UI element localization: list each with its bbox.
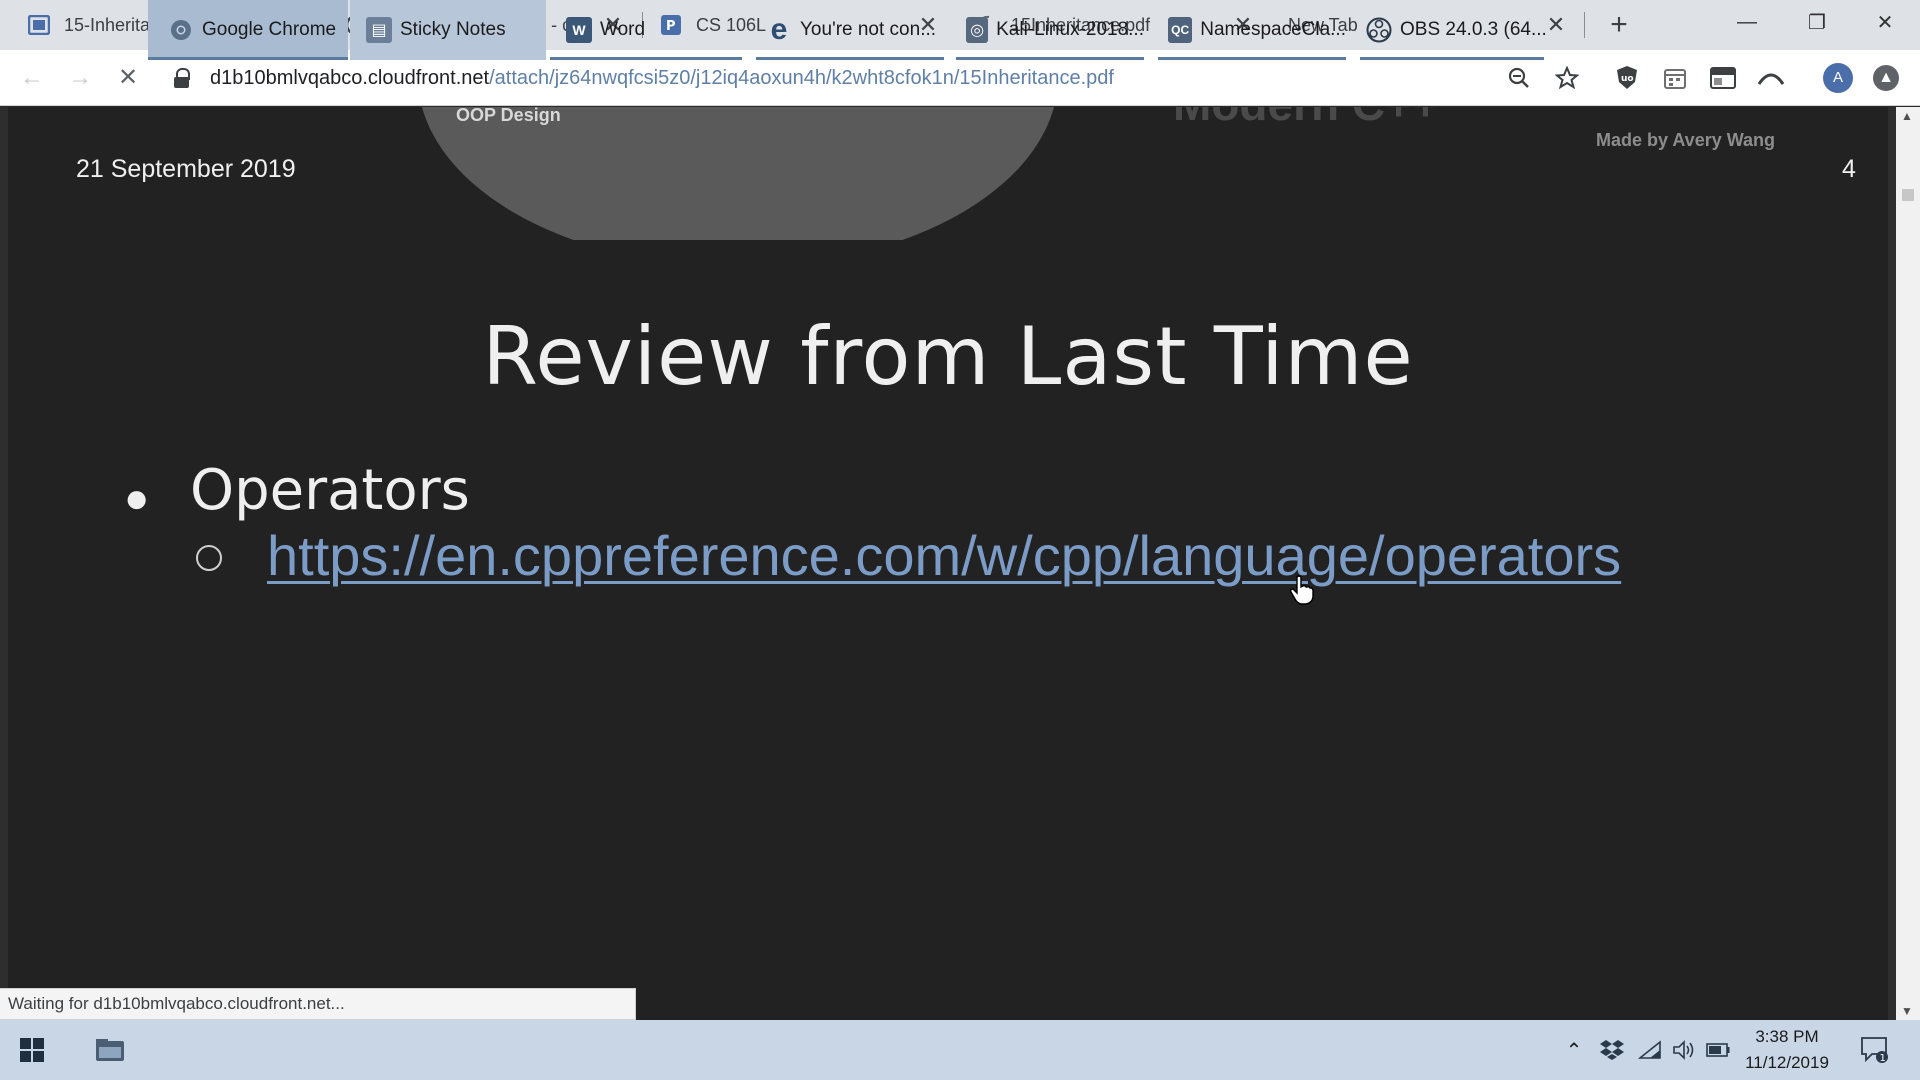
notification-center-icon[interactable]: 1: [1855, 1020, 1895, 1080]
taskbar-qt-creator[interactable]: QC NamespaceCla...: [1158, 0, 1346, 60]
author-credit: Made by Avery Wang: [1596, 130, 1776, 150]
zoom-out-icon[interactable]: [1503, 62, 1535, 94]
windows-start-icon[interactable]: [20, 1038, 44, 1062]
active-indicator: [148, 57, 348, 60]
address-bar[interactable]: d1b10bmlvqabco.cloudfront.net/attach/jz6…: [172, 56, 1512, 100]
taskbar-word[interactable]: W Word: [550, 0, 742, 60]
slide-date: 21 September 2019: [76, 155, 296, 183]
stop-loading-icon[interactable]: ✕: [112, 62, 144, 94]
dropbox-icon[interactable]: [1596, 1020, 1628, 1080]
qt-creator-icon: QC: [1168, 17, 1193, 43]
slide-number: 4: [1842, 155, 1856, 183]
extension-calendar-icon[interactable]: [1659, 62, 1691, 94]
forward-arrow-icon[interactable]: →: [64, 62, 96, 94]
taskbar-label: Google Chrome: [202, 19, 337, 40]
profile-avatar[interactable]: A: [1823, 63, 1853, 93]
url-host: d1b10bmlvqabco.cloudfront.net: [210, 66, 490, 89]
extension-window-icon[interactable]: [1707, 62, 1739, 94]
sticky-notes-icon: ▤: [366, 17, 392, 43]
taskbar-label: OBS 24.0.3 (64...: [1400, 19, 1547, 40]
chrome-menu-icon[interactable]: ▲: [1873, 65, 1899, 91]
file-explorer-icon[interactable]: [90, 1020, 130, 1080]
taskbar-clock[interactable]: 3:38 PM 11/12/2019: [1735, 1024, 1839, 1076]
running-indicator: [550, 57, 742, 60]
taskbar-label: Sticky Notes: [400, 19, 506, 40]
pdf-page-current: Review from Last Time ● Operators https:…: [8, 240, 1888, 1020]
notification-count: 1: [1880, 1053, 1886, 1064]
taskbar-label: NamespaceCla...: [1200, 19, 1346, 40]
running-indicator: [1158, 57, 1346, 60]
vertical-scrollbar[interactable]: ▲ ▼: [1896, 107, 1920, 1020]
windows-taskbar: [0, 1020, 1920, 1080]
word-icon: W: [566, 17, 592, 43]
taskbar-label: Word: [600, 19, 646, 40]
lock-icon: [172, 68, 192, 88]
modern-cpp-label: Modern C++: [1173, 107, 1439, 131]
clock-time: 3:38 PM: [1755, 1027, 1819, 1046]
back-arrow-icon[interactable]: ←: [16, 62, 48, 94]
bullet-text: Operators: [190, 458, 470, 523]
slide-title: Review from Last Time: [482, 310, 1414, 403]
restore-button[interactable]: ❐: [1782, 0, 1852, 44]
sub-bullet-point: [196, 545, 222, 571]
close-tab-icon[interactable]: ✕: [1544, 13, 1568, 37]
cppreference-link[interactable]: https://en.cppreference.com/w/cpp/langua…: [267, 523, 1621, 588]
url-path: /attach/jz64nwqfcsi5z0/j12iq4aoxun4h/k2w…: [489, 66, 1114, 89]
bullet-point: ●: [124, 474, 150, 521]
chevron-up-icon[interactable]: ⌃: [1560, 1020, 1588, 1080]
wifi-icon[interactable]: [1634, 1020, 1666, 1080]
new-tab-button[interactable]: +: [1604, 10, 1634, 40]
chrome-icon: [168, 17, 194, 43]
close-window-button[interactable]: ✕: [1850, 0, 1920, 44]
svg-text:uo: uo: [1621, 74, 1634, 84]
minimize-button[interactable]: —: [1712, 0, 1782, 44]
running-indicator: [756, 57, 944, 60]
bookmark-star-icon[interactable]: [1551, 62, 1583, 94]
taskbar-google-chrome[interactable]: Google Chrome: [148, 0, 348, 60]
scroll-down-arrow-icon[interactable]: ▼: [1901, 1004, 1913, 1018]
running-indicator: [1360, 57, 1544, 60]
scroll-up-arrow-icon[interactable]: ▲: [1901, 109, 1913, 123]
hand-cursor-icon: [1290, 575, 1314, 605]
vmware-icon: ◎: [966, 17, 989, 43]
taskbar-sticky-notes[interactable]: ▤ Sticky Notes: [350, 0, 546, 60]
taskbar-kali-vm[interactable]: ◎ Kali-Linux-2018...: [956, 0, 1144, 60]
pdf-viewer[interactable]: OOP Design Modern C++ Made by Avery Wang…: [0, 107, 1896, 1020]
status-bubble: Waiting for d1b10bmlvqabco.cloudfront.ne…: [0, 988, 636, 1020]
taskbar-edge[interactable]: e You're not con...: [756, 0, 944, 60]
taskbar-obs[interactable]: OBS 24.0.3 (64...: [1360, 0, 1547, 60]
ublock-shield-icon[interactable]: uo: [1611, 62, 1643, 94]
taskbar-label: Kali-Linux-2018...: [996, 19, 1144, 40]
taskbar-label: You're not con...: [800, 19, 937, 40]
edge-icon: e: [770, 13, 788, 46]
clock-date: 11/12/2019: [1745, 1053, 1829, 1072]
ood-label: OOP Design: [456, 107, 561, 125]
battery-icon[interactable]: [1702, 1020, 1734, 1080]
running-indicator: [956, 57, 1144, 60]
tab-separator: [1584, 12, 1585, 38]
extension-arc-icon[interactable]: [1755, 62, 1787, 94]
slides-icon: [28, 14, 50, 36]
volume-icon[interactable]: [1668, 1020, 1700, 1080]
obs-icon: [1366, 17, 1392, 43]
scrollbar-thumb[interactable]: [1902, 189, 1914, 201]
